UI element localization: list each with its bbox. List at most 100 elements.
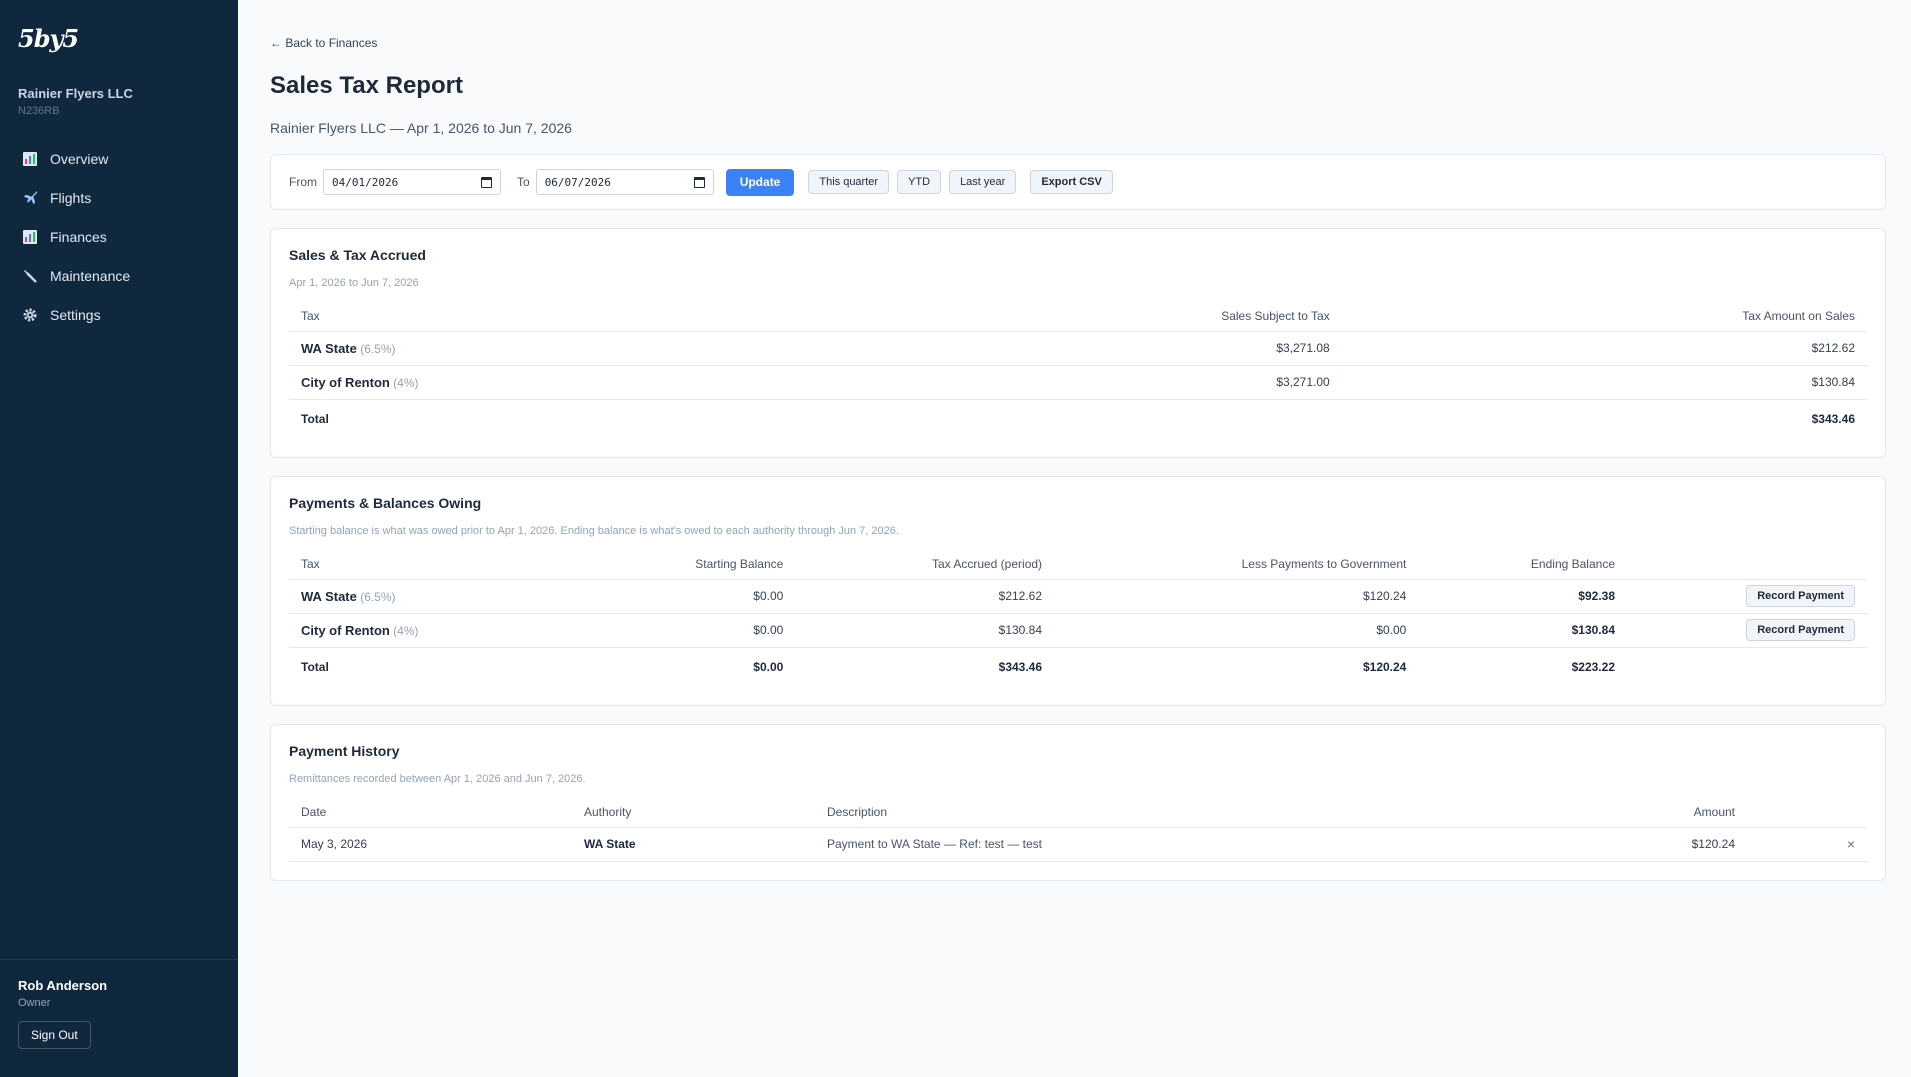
sidebar-item-finances[interactable]: Finances bbox=[0, 217, 238, 256]
column-header: Tax bbox=[289, 307, 833, 332]
sidebar-item-label: Finances bbox=[50, 228, 107, 245]
last-year-button[interactable]: Last year bbox=[949, 170, 1017, 194]
total-payments-cell: $120.24 bbox=[1054, 646, 1419, 687]
record-payment-button[interactable]: Record Payment bbox=[1746, 619, 1855, 641]
column-header-actions bbox=[1627, 555, 1867, 580]
ytd-button[interactable]: YTD bbox=[897, 170, 942, 194]
column-header: Tax bbox=[289, 555, 579, 580]
column-header: Tax Accrued (period) bbox=[795, 555, 1055, 580]
payments-cell: $120.24 bbox=[1054, 579, 1419, 614]
authority-cell: WA State bbox=[572, 827, 815, 862]
date-cell: May 3, 2026 bbox=[289, 827, 572, 862]
update-button[interactable]: Update bbox=[725, 168, 795, 196]
tax-rate: (6.5%) bbox=[360, 589, 396, 604]
calendar-icon[interactable] bbox=[481, 176, 492, 188]
delete-icon[interactable]: × bbox=[1847, 836, 1855, 852]
org-tail-number: N236RB bbox=[18, 105, 60, 117]
card-subtitle: Remittances recorded between Apr 1, 2026… bbox=[289, 773, 586, 785]
to-date-input[interactable]: 06/07/2026 bbox=[535, 169, 714, 195]
sidebar-item-maintenance[interactable]: Maintenance bbox=[0, 256, 238, 295]
table-row: May 3, 2026 WA State Payment to WA State… bbox=[289, 827, 1867, 862]
column-header: Authority bbox=[572, 803, 815, 828]
app-root: 5by5 Rainier Flyers LLC N236RB Overview … bbox=[0, 0, 1911, 1077]
ending-balance-cell: $92.38 bbox=[1418, 579, 1627, 614]
sidebar-item-label: Settings bbox=[50, 306, 101, 323]
card-subtitle: Apr 1, 2026 to Jun 7, 2026 bbox=[289, 277, 419, 289]
total-row: Total $0.00 $343.46 $120.24 $223.22 bbox=[289, 646, 1867, 687]
column-header: Sales Subject to Tax bbox=[832, 307, 1342, 332]
table-header-row: Date Authority Description Amount bbox=[289, 803, 1867, 828]
sign-out-button[interactable]: Sign Out bbox=[18, 1021, 91, 1049]
sidebar-item-label: Flights bbox=[50, 189, 92, 206]
sidebar-item-overview[interactable]: Overview bbox=[0, 139, 238, 178]
total-tax-cell: $343.46 bbox=[1341, 398, 1867, 439]
tax-cell: WA State (6.5%) bbox=[289, 579, 579, 614]
to-date-value: 06/07/2026 bbox=[544, 175, 611, 189]
sales-cell: $3,271.00 bbox=[832, 365, 1342, 400]
export-csv-button[interactable]: Export CSV bbox=[1030, 170, 1113, 194]
to-label: To bbox=[517, 175, 530, 189]
logo[interactable]: 5by5 bbox=[0, 0, 238, 56]
description-cell: Payment to WA State — Ref: test — test bbox=[815, 827, 1547, 862]
main-content: ← Back to Finances Sales Tax Report Rain… bbox=[238, 0, 1911, 1077]
empty-cell bbox=[832, 398, 1342, 439]
page-title: Sales Tax Report bbox=[270, 72, 463, 99]
this-quarter-button[interactable]: This quarter bbox=[808, 170, 890, 194]
total-label: Total bbox=[289, 398, 833, 439]
from-date-input[interactable]: 04/01/2026 bbox=[323, 169, 501, 195]
gear-icon bbox=[22, 307, 38, 323]
bar-chart-icon bbox=[22, 229, 38, 245]
column-header: Date bbox=[289, 803, 572, 828]
payments-table: Tax Starting Balance Tax Accrued (period… bbox=[289, 555, 1867, 687]
sidebar-nav: Overview Flights Finances Maintenance Se… bbox=[0, 139, 238, 334]
ending-balance-cell: $130.84 bbox=[1418, 613, 1627, 648]
table-row: City of Renton (4%) $3,271.00 $130.84 bbox=[289, 365, 1867, 400]
payment-history-card: Payment History Remittances recorded bet… bbox=[270, 724, 1886, 881]
tax-rate: (4%) bbox=[393, 623, 419, 638]
actions-cell: Record Payment bbox=[1627, 579, 1867, 614]
sidebar: 5by5 Rainier Flyers LLC N236RB Overview … bbox=[0, 0, 238, 1077]
tax-cell: WA State (6.5%) bbox=[289, 331, 833, 366]
back-link[interactable]: ← Back to Finances bbox=[270, 36, 1886, 50]
table-row: WA State (6.5%) $3,271.08 $212.62 bbox=[289, 331, 1867, 366]
starting-balance-cell: $0.00 bbox=[579, 613, 796, 648]
column-header-actions bbox=[1747, 803, 1867, 828]
history-table: Date Authority Description Amount May 3,… bbox=[289, 803, 1867, 862]
table-row: City of Renton (4%) $0.00 $130.84 $0.00 … bbox=[289, 613, 1867, 648]
payments-cell: $0.00 bbox=[1054, 613, 1419, 648]
starting-balance-cell: $0.00 bbox=[579, 579, 796, 614]
tax-amount-cell: $130.84 bbox=[1341, 365, 1867, 400]
user-name: Rob Anderson bbox=[18, 978, 108, 993]
total-accrued-cell: $343.46 bbox=[795, 646, 1055, 687]
empty-cell bbox=[1627, 646, 1867, 687]
actions-cell: Record Payment bbox=[1627, 613, 1867, 648]
tax-amount-cell: $212.62 bbox=[1341, 331, 1867, 366]
total-row: Total $343.46 bbox=[289, 398, 1867, 439]
tax-name: City of Renton bbox=[301, 374, 390, 390]
calendar-icon[interactable] bbox=[693, 176, 705, 188]
org-name: Rainier Flyers LLC bbox=[18, 86, 133, 101]
sidebar-item-flights[interactable]: Flights bbox=[0, 178, 238, 217]
tax-accrued-cell: $130.84 bbox=[795, 613, 1055, 648]
card-title: Sales & Tax Accrued bbox=[289, 247, 426, 263]
table-header-row: Tax Sales Subject to Tax Tax Amount on S… bbox=[289, 307, 1867, 332]
date-filter-bar: From 04/01/2026 To 06/07/2026 Update Thi… bbox=[270, 154, 1886, 210]
tax-cell: City of Renton (4%) bbox=[289, 613, 579, 648]
table-header-row: Tax Starting Balance Tax Accrued (period… bbox=[289, 555, 1867, 580]
tax-rate: (6.5%) bbox=[360, 341, 396, 356]
column-header: Description bbox=[815, 803, 1547, 828]
from-label: From bbox=[289, 175, 317, 189]
tax-rate: (4%) bbox=[393, 375, 419, 390]
bar-chart-icon bbox=[22, 151, 38, 167]
from-date-value: 04/01/2026 bbox=[332, 175, 399, 189]
card-subtitle: Starting balance is what was owed prior … bbox=[289, 525, 899, 537]
record-payment-button[interactable]: Record Payment bbox=[1746, 585, 1855, 607]
tax-accrued-cell: $212.62 bbox=[795, 579, 1055, 614]
airplane-icon bbox=[22, 190, 38, 206]
total-ending-cell: $223.22 bbox=[1418, 646, 1627, 687]
sidebar-item-settings[interactable]: Settings bbox=[0, 295, 238, 334]
card-title: Payments & Balances Owing bbox=[289, 495, 482, 511]
wrench-icon bbox=[22, 268, 38, 284]
column-header: Starting Balance bbox=[579, 555, 796, 580]
